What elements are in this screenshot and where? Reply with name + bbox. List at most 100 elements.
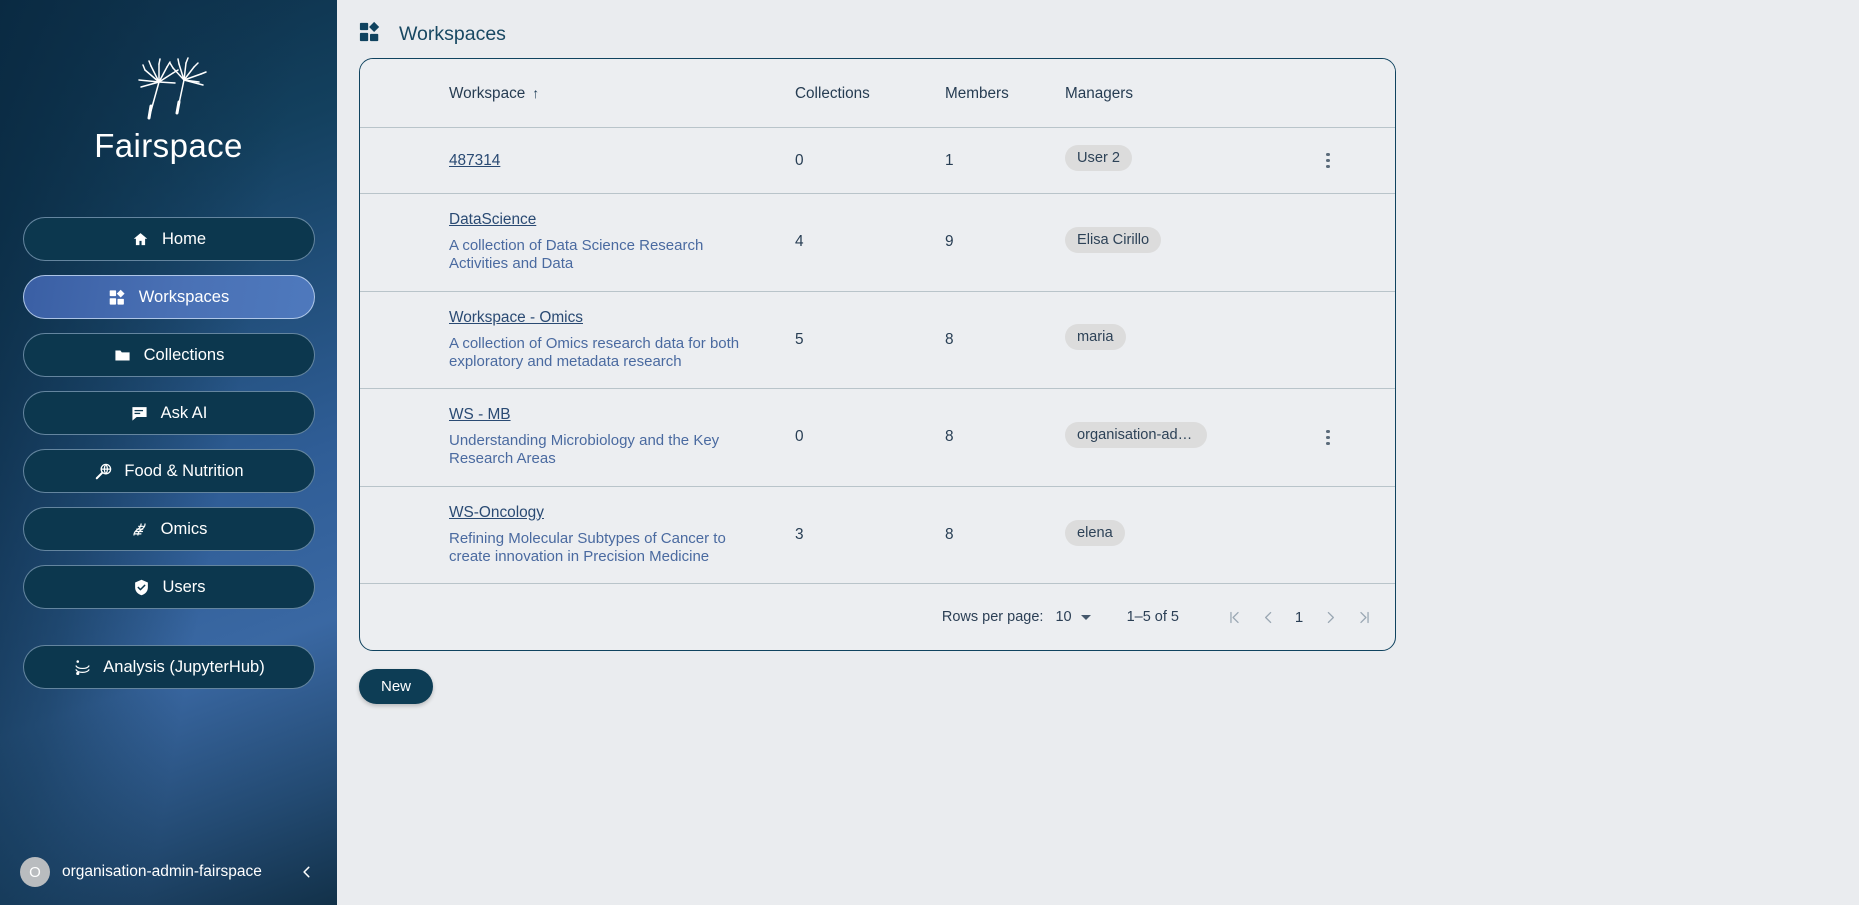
table-row[interactable]: DataScience A collection of Data Science … — [360, 194, 1395, 292]
brand: Fairspace — [94, 56, 243, 165]
jupyter-icon — [72, 657, 92, 677]
cell-collections: 5 — [795, 330, 804, 348]
table-row[interactable]: Workspace - Omics A collection of Omics r… — [360, 291, 1395, 389]
sidebar-item-workspaces[interactable]: Workspaces — [22, 275, 315, 319]
last-page-icon[interactable] — [1347, 600, 1381, 634]
sort-ascending-icon: ↑ — [532, 85, 540, 101]
cell-collections: 0 — [795, 428, 804, 446]
cell-workspace: WS-Oncology Refining Molecular Subtypes o… — [360, 486, 795, 583]
workspaces-table-card: Workspace ↑ Collections Members Managers … — [359, 58, 1396, 652]
table-row[interactable]: WS - MB Understanding Microbiology and th… — [360, 389, 1395, 487]
manager-chip: organisation-admin… — [1065, 421, 1207, 448]
sidebar-item-analysis-jupyterhub[interactable]: Analysis (JupyterHub) — [22, 645, 315, 689]
brand-name: Fairspace — [94, 127, 243, 164]
manager-chip: maria — [1065, 324, 1126, 351]
workspace-link[interactable]: DataScience — [449, 211, 536, 229]
dashboard-icon — [359, 21, 381, 48]
column-header-actions — [1315, 59, 1395, 128]
avatar-letter: O — [29, 863, 41, 881]
page-title: Workspaces — [399, 23, 506, 45]
sidebar-item-label: Analysis (JupyterHub) — [103, 657, 265, 676]
sidebar-item-label: Ask AI — [160, 403, 208, 422]
column-header-managers[interactable]: Managers — [1065, 59, 1315, 128]
column-header-members[interactable]: Members — [945, 59, 1065, 128]
main-content: Workspaces Workspace ↑ Collections Member… — [337, 0, 1859, 905]
dandelion-icon — [115, 56, 223, 125]
dna-icon — [130, 519, 150, 539]
current-page-number: 1 — [1294, 608, 1304, 626]
avatar[interactable]: O — [20, 857, 50, 887]
page-header: Workspaces — [337, 0, 1859, 52]
cell-workspace: DataScience A collection of Data Science … — [360, 194, 795, 292]
table-foot: Rows per page: 10 1–5 of 5 1 — [360, 583, 1395, 650]
cell-workspace: 487314 — [360, 128, 795, 194]
sidebar-footer: O organisation-admin-fairspace — [20, 857, 320, 887]
prev-page-icon[interactable] — [1251, 600, 1285, 634]
sidebar-item-ask-ai[interactable]: Ask AI — [22, 391, 315, 435]
table-row[interactable]: 487314 0 1 User 2 — [360, 128, 1395, 194]
current-user-label: organisation-admin-fairspace — [62, 863, 262, 880]
sidebar-item-collections[interactable]: Collections — [22, 333, 315, 377]
manager-chip: User 2 — [1065, 145, 1132, 171]
sidebar-item-home[interactable]: Home — [22, 217, 315, 261]
cell-actions — [1315, 389, 1395, 487]
sidebar: Fairspace Home Workspaces Collections As… — [0, 0, 337, 905]
cell-collections: 0 — [795, 151, 804, 169]
app-root: Fairspace Home Workspaces Collections As… — [0, 0, 1859, 905]
chevron-down-icon — [1080, 614, 1091, 620]
cell-workspace: WS - MB Understanding Microbiology and th… — [360, 389, 795, 487]
workspace-link[interactable]: Workspace - Omics — [449, 309, 583, 327]
sidebar-item-label: Users — [162, 577, 206, 596]
manager-chip: Elisa Cirillo — [1065, 226, 1162, 253]
table-header-row: Workspace ↑ Collections Members Managers — [360, 59, 1395, 128]
workspaces-table: Workspace ↑ Collections Members Managers … — [360, 59, 1395, 650]
dashboard-icon — [108, 287, 128, 307]
cell-workspace: Workspace - Omics A collection of Omics r… — [360, 291, 795, 389]
pagination-range: 1–5 of 5 — [1126, 609, 1179, 626]
cell-collections: 4 — [795, 233, 804, 251]
workspace-link[interactable]: WS - MB — [449, 406, 511, 424]
cell-managers: elena — [1065, 486, 1315, 583]
cell-members: 8 — [945, 428, 954, 446]
column-header-collections[interactable]: Collections — [795, 59, 945, 128]
home-icon — [131, 229, 151, 249]
manager-chip: elena — [1065, 519, 1125, 546]
shield-check-icon — [131, 577, 151, 597]
column-label: Workspace — [449, 85, 526, 102]
first-page-icon[interactable] — [1217, 600, 1251, 634]
cell-actions — [1315, 128, 1395, 194]
cell-collections: 3 — [795, 526, 804, 544]
cell-members: 9 — [945, 233, 954, 251]
rows-per-page-label: Rows per page: — [941, 609, 1044, 626]
workspace-link[interactable]: WS-Oncology — [449, 504, 544, 522]
chevron-left-icon[interactable] — [294, 859, 320, 885]
cell-managers: User 2 — [1065, 128, 1315, 194]
folder-icon — [113, 345, 133, 365]
new-workspace-button[interactable]: New — [359, 669, 434, 705]
sidebar-item-label: Omics — [160, 519, 208, 538]
sidebar-item-users[interactable]: Users — [22, 565, 315, 609]
row-menu-icon[interactable] — [1315, 424, 1341, 450]
rows-per-page-value: 10 — [1055, 609, 1072, 626]
sidebar-item-label: Food & Nutrition — [124, 461, 244, 480]
sidebar-item-omics[interactable]: Omics — [22, 507, 315, 551]
workspace-description: Refining Molecular Subtypes of Cancer to… — [449, 529, 726, 566]
cell-managers: Elisa Cirillo — [1065, 194, 1315, 292]
table-head: Workspace ↑ Collections Members Managers — [360, 59, 1395, 128]
cell-managers: organisation-admin… — [1065, 389, 1315, 487]
column-header-workspace[interactable]: Workspace ↑ — [360, 59, 795, 128]
table-row[interactable]: WS-Oncology Refining Molecular Subtypes o… — [360, 486, 1395, 583]
cell-actions — [1315, 194, 1395, 292]
next-page-icon[interactable] — [1313, 600, 1347, 634]
sidebar-item-label: Collections — [143, 345, 225, 364]
chat-icon — [130, 403, 150, 423]
rows-per-page-select[interactable]: 10 — [1055, 609, 1091, 626]
row-menu-icon[interactable] — [1315, 148, 1341, 174]
sidebar-item-label: Workspaces — [138, 287, 230, 306]
cell-managers: maria — [1065, 291, 1315, 389]
workspace-description: A collection of Omics research data for … — [449, 334, 740, 370]
cell-members: 8 — [945, 526, 954, 544]
sidebar-item-food-nutrition[interactable]: Food & Nutrition — [22, 449, 315, 493]
cell-actions — [1315, 291, 1395, 389]
workspace-link[interactable]: 487314 — [449, 152, 500, 170]
